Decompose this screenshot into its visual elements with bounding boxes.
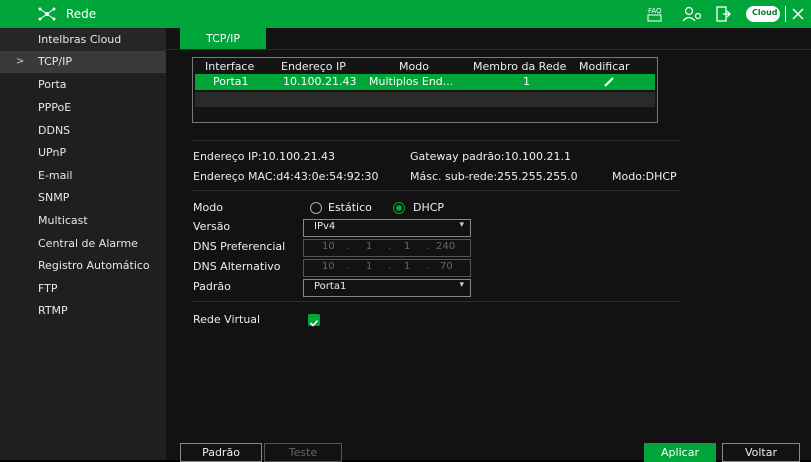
cloud-label: Cloud (752, 8, 778, 17)
dhcp-label: DHCP (413, 201, 445, 214)
sidebar-item-tcpip[interactable]: > TCP/IP (0, 51, 166, 73)
edit-icon[interactable] (603, 76, 615, 88)
cell-interface: Porta1 (213, 75, 249, 88)
sidebar-item-ftp[interactable]: FTP (0, 278, 166, 300)
sidebar-item-label: Multicast (38, 214, 88, 227)
default-select[interactable]: Porta1 ▾ (303, 279, 471, 297)
close-icon[interactable] (792, 8, 804, 20)
version-select[interactable]: IPv4 ▾ (303, 219, 471, 237)
svg-text:FAQ: FAQ (648, 7, 662, 15)
sidebar-item-label: DDNS (38, 124, 71, 137)
ip-dot: . (388, 261, 392, 272)
sidebar-item-label: Porta (38, 78, 67, 91)
sidebar-item-label: RTMP (38, 304, 68, 317)
sidebar-item-label: TCP/IP (38, 55, 72, 68)
sidebar-item-label: PPPoE (38, 101, 72, 114)
intelbras-cloud-icon[interactable]: Cloud (746, 6, 780, 22)
tab-underline (166, 49, 811, 50)
virtual-network-label: Rede Virtual (193, 313, 261, 326)
sidebar-item-label: Registro Automático (38, 259, 150, 272)
version-value: IPv4 (314, 221, 336, 232)
info-mask: Másc. sub-rede:255.255.255.0 (410, 170, 578, 183)
network-icon (38, 7, 56, 21)
ip-dot: . (346, 241, 350, 252)
title-bar: Rede FAQ Cloud (0, 0, 811, 28)
ip-octet: 10 (322, 241, 335, 252)
ip-octet: 10 (322, 261, 335, 272)
column-header: Modo (399, 60, 429, 73)
sidebar-item-label: SNMP (38, 191, 70, 204)
dns1-input[interactable]: 10 . 1 . 1 . 240 (303, 239, 471, 257)
default-value: Porta1 (314, 281, 347, 292)
default-label: Padrão (193, 280, 231, 293)
divider (192, 301, 680, 302)
dns2-label: DNS Alternativo (193, 260, 281, 273)
sidebar-item-email[interactable]: E-mail (0, 165, 166, 187)
ip-dot: . (388, 241, 392, 252)
info-ip: Endereço IP:10.100.21.43 (193, 150, 336, 163)
sidebar-item-label: UPnP (38, 146, 67, 159)
sidebar-item-porta[interactable]: Porta (0, 74, 166, 96)
sidebar-item-snmp[interactable]: SNMP (0, 187, 166, 209)
sidebar: Intelbras Cloud > TCP/IP Porta PPPoE DDNS… (0, 28, 166, 460)
tab-tcpip[interactable]: TCP/IP (180, 28, 266, 50)
sidebar-item-label: Intelbras Cloud (38, 33, 122, 46)
column-header: Interface (205, 60, 255, 73)
ip-octet: 70 (440, 261, 453, 272)
checkmark-icon (309, 319, 319, 327)
sidebar-item-registro-automatico[interactable]: Registro Automático (0, 255, 166, 277)
sidebar-item-label: FTP (38, 282, 58, 295)
static-label: Estático (328, 201, 372, 214)
cell-ip: 10.100.21.43 (283, 75, 357, 88)
column-header: Membro da Rede (473, 60, 567, 73)
column-header: Endereço IP (281, 60, 346, 73)
selected-marker: > (16, 56, 25, 67)
radio-static[interactable] (310, 202, 322, 214)
ip-octet: 1 (366, 241, 373, 252)
ip-dot: . (426, 241, 430, 252)
chevron-down-icon: ▾ (459, 280, 464, 290)
dns2-input[interactable]: 10 . 1 . 1 . 70 (303, 259, 471, 277)
column-header: Modificar (579, 60, 630, 73)
ip-dot: . (346, 261, 350, 272)
sidebar-item-rtmp[interactable]: RTMP (0, 300, 166, 322)
interface-table: Interface Endereço IP Modo Membro da Red… (192, 57, 658, 123)
virtual-network-checkbox[interactable] (308, 314, 320, 327)
sidebar-item-label: E-mail (38, 169, 73, 182)
info-mac: Endereço MAC:d4:43:0e:54:92:30 (193, 170, 379, 183)
toolbar-divider (785, 6, 786, 22)
ip-octet: 1 (366, 261, 373, 272)
users-icon[interactable] (682, 5, 704, 23)
back-button[interactable]: Voltar (722, 443, 800, 462)
logout-icon[interactable] (714, 5, 732, 23)
sidebar-item-intelbras-cloud[interactable]: Intelbras Cloud (0, 29, 166, 51)
sidebar-item-pppoe[interactable]: PPPoE (0, 97, 166, 119)
cell-mode: Multiplos End... (369, 75, 454, 88)
chevron-down-icon: ▾ (459, 220, 464, 230)
test-button[interactable]: Teste (264, 443, 342, 462)
info-mode: Modo:DHCP (612, 170, 677, 183)
version-label: Versão (193, 220, 231, 233)
ip-dot: . (426, 261, 430, 272)
apply-button[interactable]: Aplicar (644, 443, 716, 462)
faq-icon[interactable]: FAQ (646, 5, 664, 23)
divider (192, 190, 680, 191)
sidebar-item-central-alarme[interactable]: Central de Alarme (0, 233, 166, 255)
sidebar-item-multicast[interactable]: Multicast (0, 210, 166, 232)
sidebar-item-upnp[interactable]: UPnP (0, 142, 166, 164)
mode-label: Modo (193, 201, 223, 214)
info-gateway: Gateway padrão:10.100.21.1 (410, 150, 571, 163)
default-button[interactable]: Padrão (180, 443, 262, 462)
dns1-label: DNS Preferencial (193, 240, 286, 253)
ip-octet: 1 (404, 261, 411, 272)
sidebar-item-label: Central de Alarme (38, 237, 138, 250)
cell-member: 1 (523, 75, 530, 88)
ip-octet: 1 (404, 241, 411, 252)
divider (192, 140, 680, 141)
sidebar-item-ddns[interactable]: DDNS (0, 120, 166, 142)
table-row-empty (195, 92, 655, 107)
ip-octet: 240 (436, 241, 456, 252)
radio-dhcp[interactable] (393, 202, 405, 214)
window-title: Rede (66, 7, 97, 21)
